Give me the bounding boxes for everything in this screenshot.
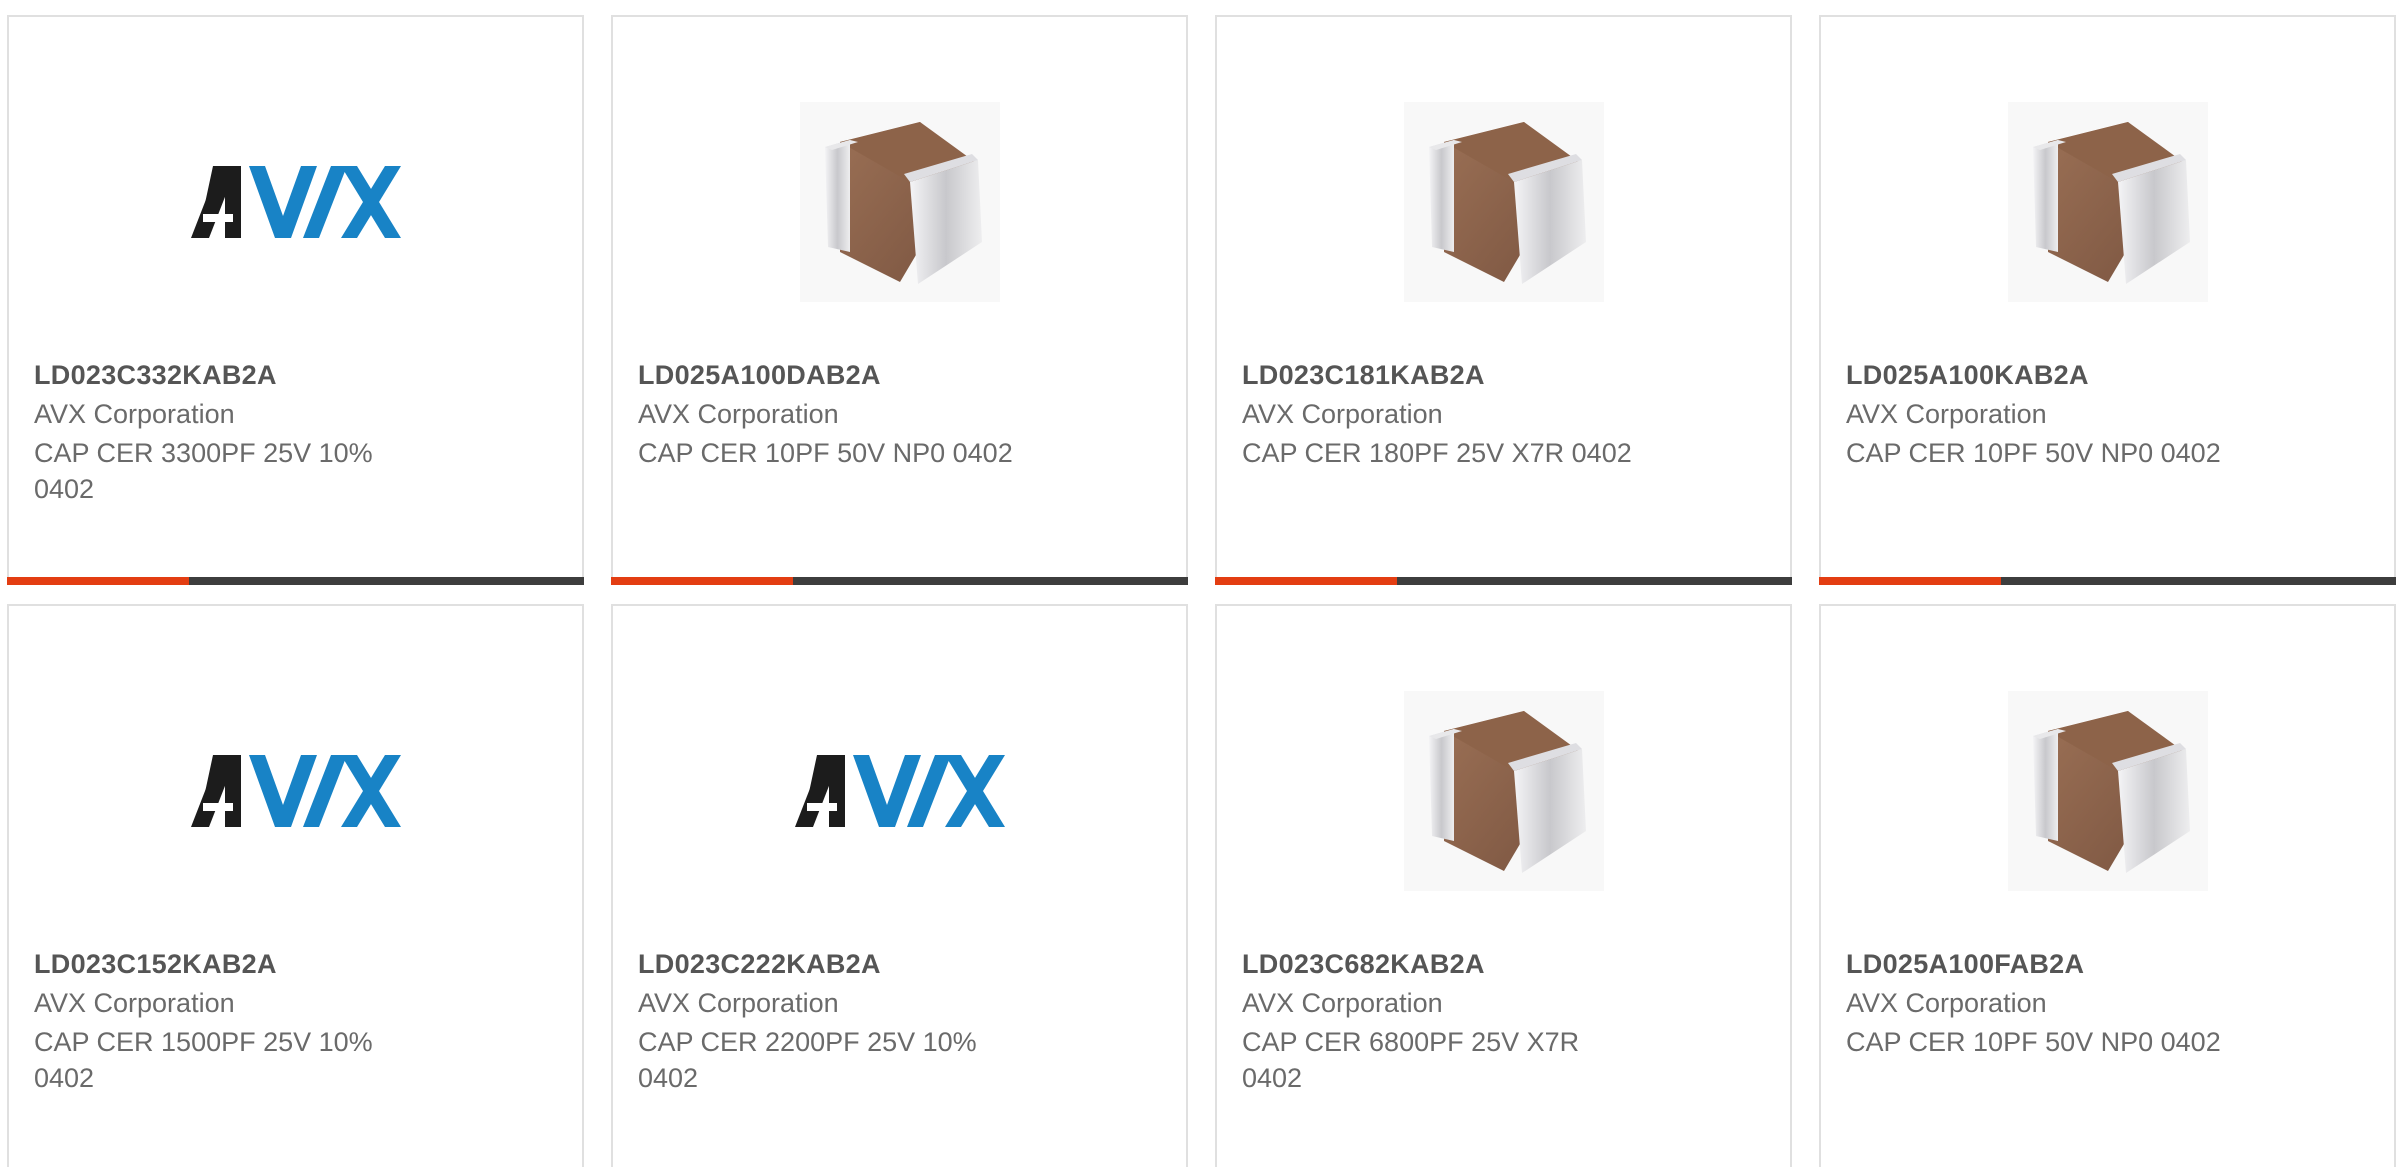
- product-card[interactable]: LD023C682KAB2A AVX Corporation CAP CER 6…: [1215, 604, 1792, 1167]
- part-number[interactable]: LD023C222KAB2A: [638, 949, 881, 980]
- card-accent-fill: [611, 577, 793, 585]
- product-image[interactable]: [1217, 666, 1790, 916]
- card-accent-bar: [1819, 577, 2396, 585]
- capacitor-chip-icon: [2008, 691, 2208, 891]
- manufacturer: AVX Corporation: [1242, 399, 1443, 429]
- card-accent-bar: [1215, 577, 1792, 585]
- description: CAP CER 2200PF 25V 10% 0402: [638, 1027, 977, 1093]
- part-number[interactable]: LD025A100KAB2A: [1846, 360, 2089, 391]
- manufacturer: AVX Corporation: [638, 399, 839, 429]
- product-card[interactable]: LD023C181KAB2A AVX Corporation CAP CER 1…: [1215, 15, 1792, 585]
- product-grid: LD023C332KAB2A AVX Corporation CAP CER 3…: [0, 0, 2400, 1167]
- capacitor-chip-icon: [800, 102, 1000, 302]
- product-card[interactable]: LD025A100DAB2A AVX Corporation CAP CER 1…: [611, 15, 1188, 585]
- description: CAP CER 6800PF 25V X7R 0402: [1242, 1027, 1580, 1093]
- card-accent-fill: [7, 577, 189, 585]
- product-image[interactable]: [1217, 77, 1790, 327]
- manufacturer: AVX Corporation: [34, 988, 235, 1018]
- capacitor-chip-icon: [2008, 102, 2208, 302]
- card-accent-bar: [7, 577, 584, 585]
- manufacturer: AVX Corporation: [1242, 988, 1443, 1018]
- description: CAP CER 1500PF 25V 10% 0402: [34, 1027, 373, 1093]
- description: CAP CER 10PF 50V NP0 0402: [1846, 1027, 2221, 1057]
- product-image[interactable]: [1821, 666, 2394, 916]
- part-number[interactable]: LD023C152KAB2A: [34, 949, 277, 980]
- description: CAP CER 10PF 50V NP0 0402: [1846, 438, 2221, 468]
- capacitor-chip-icon: [1404, 102, 1604, 302]
- manufacturer: AVX Corporation: [1846, 399, 2047, 429]
- part-number[interactable]: LD023C181KAB2A: [1242, 360, 1485, 391]
- product-card[interactable]: LD025A100FAB2A AVX Corporation CAP CER 1…: [1819, 604, 2396, 1167]
- card-accent-fill: [1215, 577, 1397, 585]
- manufacturer: AVX Corporation: [34, 399, 235, 429]
- description: CAP CER 10PF 50V NP0 0402: [638, 438, 1013, 468]
- product-image[interactable]: [613, 77, 1186, 327]
- product-card[interactable]: LD023C222KAB2A AVX Corporation CAP CER 2…: [611, 604, 1188, 1167]
- product-image[interactable]: [9, 77, 582, 327]
- manufacturer: AVX Corporation: [638, 988, 839, 1018]
- product-image[interactable]: [9, 666, 582, 916]
- product-card[interactable]: LD025A100KAB2A AVX Corporation CAP CER 1…: [1819, 15, 2396, 585]
- avx-logo-icon: [191, 166, 401, 238]
- product-image[interactable]: [1821, 77, 2394, 327]
- avx-logo-icon: [191, 755, 401, 827]
- product-image[interactable]: [613, 666, 1186, 916]
- product-card[interactable]: LD023C152KAB2A AVX Corporation CAP CER 1…: [7, 604, 584, 1167]
- part-number[interactable]: LD023C682KAB2A: [1242, 949, 1485, 980]
- part-number[interactable]: LD023C332KAB2A: [34, 360, 277, 391]
- part-number[interactable]: LD025A100FAB2A: [1846, 949, 2084, 980]
- capacitor-chip-icon: [1404, 691, 1604, 891]
- part-number[interactable]: LD025A100DAB2A: [638, 360, 881, 391]
- avx-logo-icon: [795, 755, 1005, 827]
- manufacturer: AVX Corporation: [1846, 988, 2047, 1018]
- card-accent-fill: [1819, 577, 2001, 585]
- card-accent-bar: [611, 577, 1188, 585]
- description: CAP CER 180PF 25V X7R 0402: [1242, 438, 1632, 468]
- product-card[interactable]: LD023C332KAB2A AVX Corporation CAP CER 3…: [7, 15, 584, 585]
- description: CAP CER 3300PF 25V 10% 0402: [34, 438, 373, 504]
